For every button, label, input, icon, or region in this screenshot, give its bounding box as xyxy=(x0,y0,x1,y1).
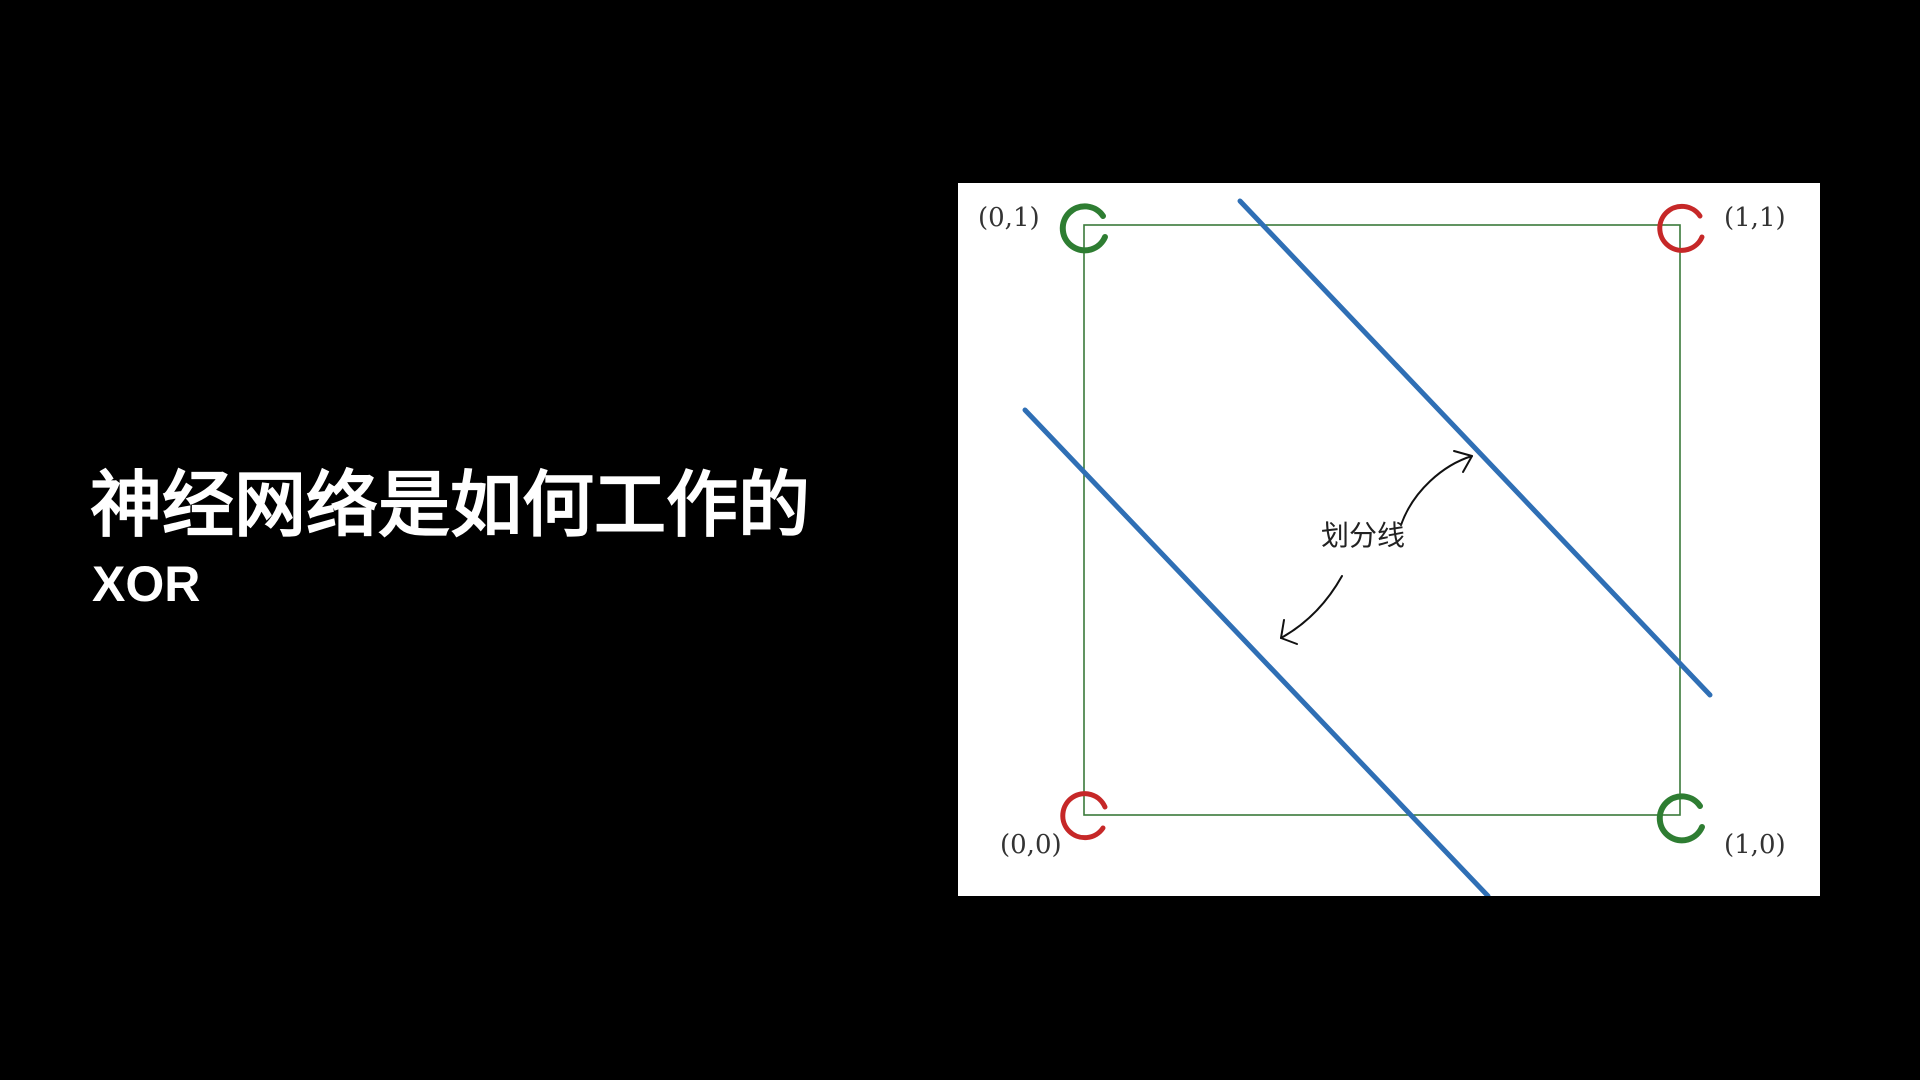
point-1-0 xyxy=(1656,793,1705,844)
point-label-1-0: (1,0) xyxy=(1724,830,1786,860)
point-1-1 xyxy=(1657,203,1705,253)
slide-title: 神经网络是如何工作的 xyxy=(90,463,811,547)
title-block: 神经网络是如何工作的 XOR xyxy=(90,462,810,614)
point-label-0-1: (0,1) xyxy=(978,203,1040,233)
point-label-1-1: (1,1) xyxy=(1724,203,1786,233)
xor-diagram: (0,1) (1,1) (0,0) (1,0) 划分线 xyxy=(958,183,1820,896)
slide-subtitle: XOR xyxy=(92,556,201,612)
slide: 神经网络是如何工作的 XOR (0,1) (1,1) (0,0) (1,0) 划… xyxy=(0,0,1920,1080)
dividing-line-upper xyxy=(1237,198,1713,698)
dividing-line-annotation: 划分线 xyxy=(1321,519,1405,552)
point-label-0-0: (0,0) xyxy=(1000,830,1062,860)
xor-diagram-svg: (0,1) (1,1) (0,0) (1,0) 划分线 xyxy=(978,198,1786,896)
dividing-line-lower xyxy=(1022,407,1491,896)
